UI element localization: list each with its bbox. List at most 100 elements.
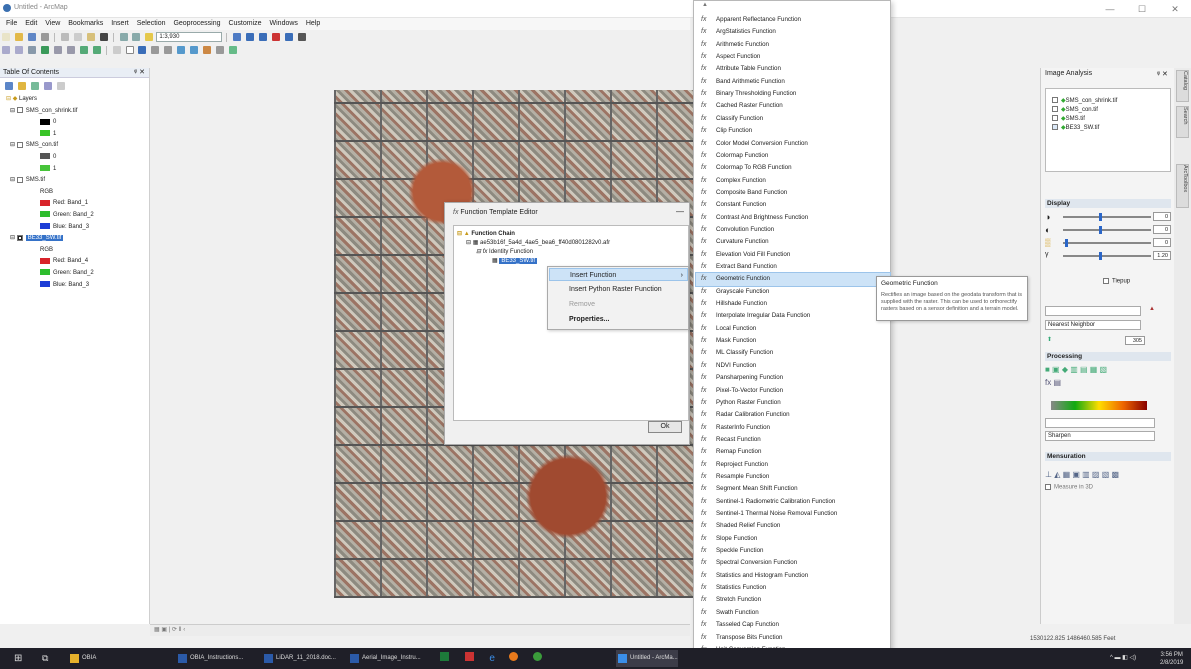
maximize-button[interactable]: ☐ (1127, 2, 1157, 16)
context-menu-item[interactable]: Insert Function › (549, 268, 688, 281)
ia-layer-item-selected[interactable]: ◆BE33_SW.tif (1052, 124, 1099, 131)
measure-icon[interactable] (177, 46, 186, 54)
pan-icon[interactable] (27, 46, 36, 54)
toc-row[interactable]: Blue: Band_3 (40, 281, 89, 290)
function-menu-item[interactable]: fx Slope Function (696, 533, 890, 545)
gamma-slider[interactable] (1063, 255, 1151, 257)
function-menu-item[interactable]: fx Sentinel-1 Thermal Noise Removal Funct… (696, 508, 890, 520)
display-section-header[interactable]: Display (1045, 199, 1171, 208)
raster-node[interactable]: ⊟ ▦ ae53b16f_5a4d_4ae5_bea6_ff40d0801282… (466, 239, 610, 247)
expand-icon[interactable]: ⊟ (10, 108, 17, 114)
resample-value[interactable]: 305 (1125, 336, 1145, 345)
catalog-icon[interactable] (259, 33, 268, 41)
function-chain-node[interactable]: ⊟ ▲ Function Chain (457, 230, 515, 238)
function-menu-item[interactable]: fx Swath Function (696, 607, 890, 619)
menu-customize[interactable]: Customize (228, 18, 261, 30)
toc-row[interactable]: RGB (40, 188, 53, 197)
colormap-dropdown[interactable] (1045, 418, 1155, 428)
menu-bookmarks[interactable]: Bookmarks (68, 18, 103, 30)
processing-tools-icons[interactable]: ■ ▣ ◆ ▥ ▤ ▦ ▧ (1045, 365, 1107, 374)
context-menu-item[interactable]: Insert Python Raster Function (549, 283, 688, 296)
copy-icon[interactable] (73, 33, 82, 41)
function-menu-item[interactable]: fx Pansharpening Function (696, 372, 890, 384)
function-menu-item[interactable]: fx Speckle Function (696, 545, 890, 557)
cut-icon[interactable] (60, 33, 69, 41)
select-elements-icon[interactable] (125, 46, 134, 54)
toc-icon[interactable] (246, 33, 255, 41)
toc-row[interactable]: 0 (40, 153, 56, 162)
filter-dropdown[interactable]: Sharpen (1045, 431, 1155, 441)
transparency-checkbox[interactable]: Tiepup (1103, 278, 1130, 285)
function-menu-item[interactable]: fx Aspect Function (696, 51, 890, 63)
function-menu-item[interactable]: fx Extract Band Function (696, 261, 890, 273)
visibility-checkbox[interactable] (16, 234, 23, 241)
function-menu-item[interactable]: fx Colormap Function (696, 150, 890, 162)
function-menu-item[interactable]: fx Colormap To RGB Function (696, 162, 890, 174)
stretch-dropdown[interactable] (1045, 306, 1141, 316)
select-features-icon[interactable] (112, 46, 121, 54)
function-menu-item[interactable]: fx Remap Function (696, 446, 890, 458)
function-menu-item[interactable]: fx Statistics and Histogram Function (696, 570, 890, 582)
image-analysis-pin-close[interactable]: ᵠ ✕ (1157, 70, 1168, 78)
list-by-selection-icon[interactable] (43, 82, 52, 90)
function-menu-item[interactable]: fx Constant Function (696, 199, 890, 211)
function-menu-item[interactable]: fx Segment Mean Shift Function (696, 483, 890, 495)
fixed-zoom-out-icon[interactable] (66, 46, 75, 54)
menu-selection[interactable]: Selection (137, 18, 166, 30)
back-icon[interactable] (79, 46, 88, 54)
measure-3d-checkbox[interactable]: Measure in 3D (1045, 484, 1093, 491)
undo-icon[interactable] (119, 33, 128, 41)
transparency-value[interactable]: 0 (1153, 238, 1171, 247)
paste-icon[interactable] (86, 33, 95, 41)
options-icon[interactable] (56, 82, 65, 90)
minimize-button[interactable]: — (1095, 2, 1125, 16)
function-menu-item[interactable]: fx Geometric Function (695, 272, 891, 287)
ia-layer-item[interactable]: ◆SMS.tif (1052, 115, 1085, 122)
arctoolbox-icon[interactable] (285, 33, 294, 41)
function-menu-item[interactable]: fx ML Classify Function (696, 347, 890, 359)
function-menu-item[interactable]: fx Hillshade Function (696, 298, 890, 310)
visibility-checkbox[interactable] (16, 141, 23, 148)
start-icon[interactable]: ⊞ (14, 650, 22, 667)
menu-view[interactable]: View (45, 18, 60, 30)
python-icon[interactable] (298, 33, 307, 41)
transparency-slider[interactable] (1063, 242, 1151, 244)
toc-row[interactable]: RGB (40, 246, 53, 255)
search-icon[interactable] (272, 33, 281, 41)
toc-row[interactable]: ⊟ ◆ Layers (6, 95, 37, 104)
new-icon[interactable] (2, 33, 10, 41)
function-menu-item[interactable]: fx Transpose Bits Function (696, 632, 890, 644)
context-menu-item[interactable]: Remove (549, 298, 688, 311)
processing-fx-icons[interactable]: fx ▤ (1045, 378, 1061, 387)
transparency-knob[interactable] (1065, 239, 1068, 247)
function-menu-item[interactable]: fx Shaded Relief Function (696, 520, 890, 532)
zoom-in-icon[interactable] (2, 46, 10, 54)
catalog-tab[interactable]: Catalog (1176, 70, 1189, 102)
editor-icon[interactable] (233, 33, 242, 41)
redo-icon[interactable] (132, 33, 141, 41)
taskbar-aerial-image[interactable]: Aerial_Image_Instru... (348, 650, 421, 667)
function-menu-item[interactable]: fx ArgStatistics Function (696, 26, 890, 38)
mensuration-section-header[interactable]: Mensuration (1045, 452, 1171, 461)
gamma-knob[interactable] (1099, 252, 1102, 260)
toc-row[interactable]: ⊟ BE33_SW.tif (10, 234, 64, 243)
function-menu-item[interactable]: fx Sentinel-1 Radiometric Calibration Fun… (696, 496, 890, 508)
expand-icon[interactable]: ⊟ (10, 142, 17, 148)
context-menu-item[interactable]: Properties... (549, 313, 688, 326)
function-menu-item[interactable]: fx Elevation Void Fill Function (696, 249, 890, 261)
toc-row[interactable]: Red: Band_1 (40, 199, 88, 208)
function-menu-item[interactable]: fx NDVI Function (696, 360, 890, 372)
function-menu-item[interactable]: fx Radar Calibration Function (696, 409, 890, 421)
menu-file[interactable]: File (6, 18, 17, 30)
function-menu-item[interactable]: fx Convolution Function (696, 224, 890, 236)
toc-row[interactable]: Green: Band_2 (40, 211, 94, 220)
add-data-icon[interactable] (145, 33, 154, 41)
function-menu-item[interactable]: fx Complex Function (696, 175, 890, 187)
function-menu-item[interactable]: fx Tasseled Cap Function (696, 619, 890, 631)
function-menu-item[interactable]: fx Contrast And Brightness Function (696, 212, 890, 224)
toc-row[interactable]: ⊟ SMS.tif (10, 176, 45, 185)
mensuration-tools-icons[interactable]: ⊥ ◭ ▦ ▣ ▥ ▨ ▧ ▩ (1045, 470, 1119, 479)
hyperlink-icon[interactable] (151, 46, 160, 54)
ia-layer-item[interactable]: ◆SMS_con_shrink.tif (1052, 97, 1117, 104)
function-menu-item[interactable]: fx Recast Function (696, 434, 890, 446)
